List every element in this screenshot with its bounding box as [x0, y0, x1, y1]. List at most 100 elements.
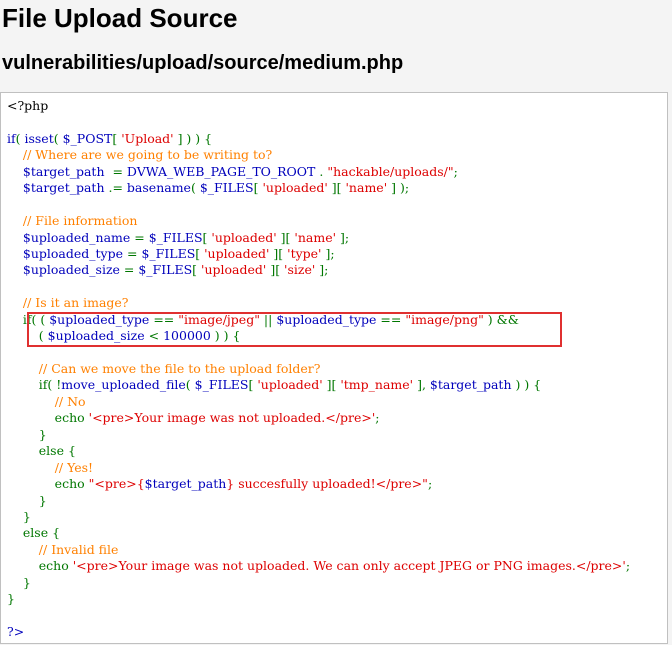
code-token-keyword: = — [119, 262, 139, 278]
code-line: // Is it an image? — [7, 295, 630, 311]
code-token-keyword — [7, 164, 23, 179]
code-token-string: '<pre>Your image was not uploaded.</pre>… — [88, 410, 376, 426]
code-line: // Invalid file — [7, 542, 630, 558]
code-token-keyword: ]; — [336, 229, 350, 245]
code-token-string: 'Upload' — [121, 130, 174, 146]
code-token-default: $target_path — [22, 163, 105, 179]
code-token-keyword: ( — [53, 130, 63, 146]
code-token-keyword: ) ) { — [511, 377, 542, 393]
code-line: } — [7, 427, 630, 443]
code-token-keyword: } — [7, 508, 31, 524]
code-token-keyword: == — [376, 311, 406, 327]
code-line: if( isset( $_POST[ 'Upload' ] ) ) { — [7, 131, 630, 147]
code-token-keyword: || — [259, 311, 277, 327]
code-token-keyword: ]; — [321, 245, 335, 261]
code-token-keyword: [ — [195, 245, 205, 261]
code-line: ( $uploaded_size < 100000 ) ) { — [7, 328, 630, 344]
code-line: <?php — [7, 98, 630, 114]
code-token-comment: // Where are we going to be writing to? — [22, 147, 273, 163]
code-token-default: $target_path — [22, 180, 105, 196]
code-token-keyword — [7, 542, 39, 557]
code-line: // Where are we going to be writing to? — [7, 147, 630, 163]
code-token-keyword: echo — [7, 410, 89, 426]
code-line: } — [7, 591, 630, 607]
code-token-keyword: } — [7, 492, 47, 508]
code-token-default: basename — [126, 180, 191, 196]
code-token-comment: // Yes! — [54, 459, 94, 475]
code-token-comment: // Invalid file — [38, 541, 119, 557]
code-token-string: 'uploaded' — [204, 245, 270, 261]
code-token-keyword — [7, 460, 55, 475]
code-token-keyword: ][ — [322, 377, 341, 393]
code-line: echo '<pre>Your image was not uploaded. … — [7, 558, 630, 574]
code-token-string: 'uploaded' — [211, 229, 277, 245]
code-line: echo '<pre>Your image was not uploaded.<… — [7, 410, 630, 426]
code-line: // Can we move the file to the upload fo… — [7, 361, 630, 377]
php-source-code: <?php if( isset( $_POST[ 'Upload' ] ) ) … — [7, 98, 630, 640]
code-token-keyword: ; — [375, 410, 380, 426]
code-line: $target_path .= basename( $_FILES[ 'uplo… — [7, 180, 630, 196]
code-token-default: $_FILES — [148, 229, 203, 245]
code-token-string: } succesfully uploaded!</pre>" — [226, 476, 428, 492]
code-token-keyword: ( — [185, 377, 195, 393]
code-token-string: 'uploaded' — [201, 262, 267, 278]
code-token-keyword — [7, 361, 39, 376]
code-token-keyword: = — [104, 163, 127, 179]
code-token-string: "<pre>{ — [88, 476, 145, 492]
code-line: $uploaded_type = $_FILES[ 'uploaded' ][ … — [7, 246, 630, 262]
code-token-string: 'uploaded' — [257, 377, 323, 393]
code-token-keyword: else { — [7, 443, 76, 459]
code-token-default: $_FILES — [199, 180, 254, 196]
code-token-keyword: ) && — [483, 311, 519, 327]
code-token-keyword: ] ); — [387, 180, 410, 196]
code-token-keyword: } — [7, 426, 47, 442]
code-token-default: $uploaded_type — [49, 311, 150, 327]
code-token-html: <?php — [7, 98, 49, 113]
code-token-keyword: } — [7, 574, 31, 590]
code-token-keyword: ] ) ) { — [173, 130, 213, 146]
code-token-keyword: ; — [427, 476, 433, 492]
code-token-default: isset — [24, 130, 54, 146]
code-token-keyword — [7, 262, 23, 277]
code-token-keyword — [7, 394, 55, 409]
code-token-default: $uploaded_type — [22, 245, 124, 261]
code-token-keyword — [7, 180, 23, 195]
code-line: if( !move_uploaded_file( $_FILES[ 'uploa… — [7, 377, 630, 393]
code-token-default: $uploaded_size — [22, 262, 120, 278]
code-token-keyword: ][ — [276, 229, 295, 245]
code-token-default: DVWA_WEB_PAGE_TO_ROOT — [126, 163, 316, 179]
code-line: if( ( $uploaded_type == "image/jpeg" || … — [7, 312, 630, 328]
code-token-keyword: ], — [413, 377, 430, 393]
code-token-keyword: .= — [104, 180, 127, 196]
code-token-keyword: ][ — [266, 262, 285, 278]
code-token-comment: // No — [54, 393, 86, 409]
code-token-default: 100000 — [163, 328, 211, 344]
code-token-string: 'type' — [287, 245, 322, 261]
code-line: $target_path = DVWA_WEB_PAGE_TO_ROOT . "… — [7, 164, 630, 180]
code-line: } — [7, 493, 630, 509]
code-token-string: 'name' — [294, 229, 337, 245]
code-token-string: "image/jpeg" — [178, 311, 260, 327]
code-token-keyword: if( ( — [7, 311, 50, 327]
code-line: echo "<pre>{$target_path} succesfully up… — [7, 476, 630, 492]
code-token-keyword: [ — [112, 130, 122, 146]
code-token-keyword: ][ — [327, 180, 346, 196]
code-token-keyword: ) ) { — [210, 328, 241, 344]
code-token-default: $_FILES — [141, 245, 196, 261]
code-token-keyword — [7, 147, 23, 162]
code-line: } — [7, 575, 630, 591]
code-token-string: 'uploaded' — [262, 180, 328, 196]
code-token-default: $_POST — [62, 130, 113, 146]
code-token-default: if — [7, 130, 16, 146]
code-token-default: ?> — [7, 624, 25, 639]
code-token-string: 'name' — [345, 180, 388, 196]
code-token-keyword: == — [149, 311, 179, 327]
code-line: // No — [7, 394, 630, 410]
code-token-keyword: ][ — [269, 245, 288, 261]
code-token-default: $_FILES — [138, 262, 193, 278]
code-token-keyword: echo — [7, 558, 73, 574]
code-token-keyword — [7, 295, 23, 310]
code-token-keyword: } — [7, 591, 15, 607]
